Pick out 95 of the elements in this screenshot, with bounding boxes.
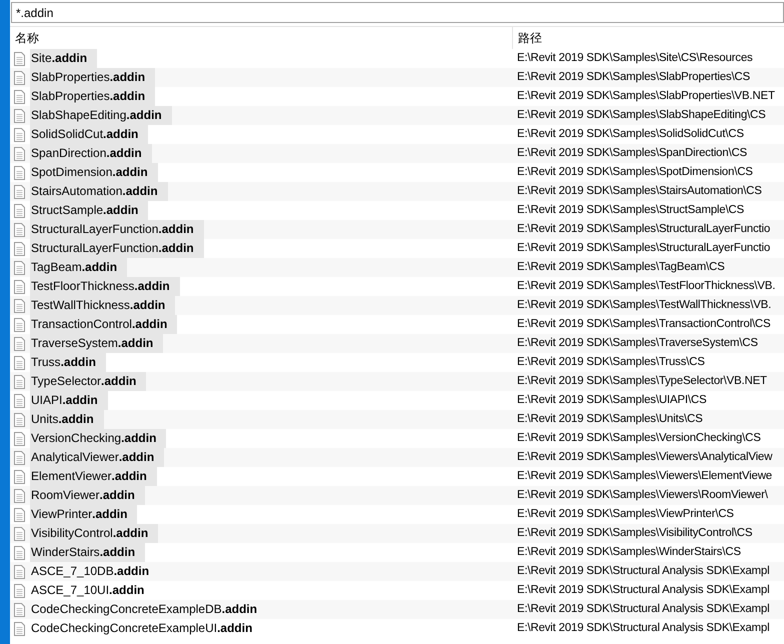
file-name[interactable]: SpotDimension.addin [30,163,158,182]
document-icon [14,166,25,180]
file-name[interactable]: SlabProperties.addin [30,68,156,87]
document-icon [14,584,25,598]
file-name[interactable]: TraverseSystem.addin [30,334,164,353]
file-name[interactable]: StructuralLayerFunction.addin [30,220,204,239]
document-icon [14,318,25,332]
file-name[interactable]: ASCE_7_10DB.addin [30,562,160,581]
file-path: E:\Revit 2019 SDK\Samples\TraverseSystem\CS [516,336,758,351]
document-icon [14,622,25,636]
file-path: E:\Revit 2019 SDK\Samples\Viewers\RoomViewer\ [516,488,768,503]
file-path: E:\Revit 2019 SDK\Samples\Site\CS\Resources [516,50,753,66]
file-name[interactable]: ViewPrinter.addin [30,505,138,524]
file-name[interactable]: TransactionControl.addin [30,315,178,334]
document-icon [14,204,25,218]
document-icon [14,280,25,294]
file-path: E:\Revit 2019 SDK\Samples\TransactionControl\CS [516,316,771,332]
file-name[interactable]: StairsAutomation.addin [30,182,168,201]
file-name[interactable]: SpanDirection.addin [30,144,152,163]
file-name[interactable]: AnalyticalViewer.addin [30,448,164,467]
file-path: E:\Revit 2019 SDK\Samples\Units\CS [516,412,703,427]
file-name[interactable]: RoomViewer.addin [30,486,145,505]
file-path: E:\Revit 2019 SDK\Structural Analysis SDK\Exampl [516,582,770,598]
document-icon [14,564,25,578]
file-name[interactable]: Site.addin [30,49,98,68]
file-path: E:\Revit 2019 SDK\Samples\UIAPI\CS [516,392,706,408]
file-path: E:\Revit 2019 SDK\Structural Analysis SDK\Exampl [516,602,770,617]
document-icon [14,108,25,122]
document-icon [14,450,25,464]
file-path: E:\Revit 2019 SDK\Samples\Viewers\AnalyticalView [516,450,772,465]
file-name[interactable]: VisibilityControl.addin [30,524,158,543]
document-icon [14,298,25,312]
file-name[interactable]: TestFloorThickness.addin [30,277,180,296]
document-icon [14,70,25,84]
file-path: E:\Revit 2019 SDK\Samples\StairsAutomation\CS [516,184,762,199]
file-name[interactable]: Units.addin [30,410,104,429]
search-field[interactable]: *.addin [11,2,784,23]
file-path: E:\Revit 2019 SDK\Samples\Viewers\ElementViewe [516,468,772,484]
document-icon [14,90,25,104]
document-icon [14,432,25,446]
file-path: E:\Revit 2019 SDK\Samples\Truss\CS [516,354,705,370]
file-path: E:\Revit 2019 SDK\Samples\StructuralLayerFunctio [516,240,770,256]
file-path: E:\Revit 2019 SDK\Samples\SpanDirection\CS [516,146,748,161]
file-name[interactable]: WinderStairs.addin [30,543,146,562]
file-name[interactable]: StructSample.addin [30,201,148,220]
file-name[interactable]: SlabShapeEditing.addin [30,106,172,125]
file-name[interactable]: SlabProperties.addin [30,87,156,106]
document-icon [14,508,25,522]
file-path: E:\Revit 2019 SDK\Samples\SolidSolidCut\CS [516,126,744,142]
column-header[interactable]: 路径 [513,27,784,49]
document-icon [14,526,25,540]
document-icon [14,488,25,502]
file-path: E:\Revit 2019 SDK\Samples\TestFloorThickness\VB. [516,278,776,294]
file-path: E:\Revit 2019 SDK\Samples\SlabShapeEditing\CS [516,108,766,123]
file-path: E:\Revit 2019 SDK\Samples\VisibilityControl\CS [516,526,752,541]
file-name[interactable]: UIAPI.addin [30,391,108,410]
file-path: E:\Revit 2019 SDK\Structural Analysis SDK\Exampl [516,564,770,579]
file-name[interactable]: VersionChecking.addin [30,429,166,448]
document-icon [14,242,25,256]
document-icon [14,260,25,274]
file-name[interactable]: CodeCheckingConcreteExampleDB.addin [30,600,268,619]
file-path: E:\Revit 2019 SDK\Samples\TypeSelector\VB.NET [516,374,767,389]
file-name[interactable]: ASCE_7_10UI.addin [30,581,154,600]
document-icon [14,336,25,350]
document-icon [14,128,25,142]
document-icon [14,394,25,408]
document-icon [14,146,25,160]
document-icon [14,412,25,426]
file-name[interactable]: Truss.addin [30,353,106,372]
file-path: E:\Revit 2019 SDK\Samples\WinderStairs\CS [516,544,741,560]
document-icon [14,602,25,616]
file-path: E:\Revit 2019 SDK\Samples\ViewPrinter\CS [516,506,734,522]
file-path: E:\Revit 2019 SDK\Samples\SpotDimension\CS [516,164,753,180]
file-path: E:\Revit 2019 SDK\Structural Analysis SDK\Exampl [516,620,770,636]
document-icon [14,356,25,370]
file-path: E:\Revit 2019 SDK\Samples\TagBeam\CS [516,260,725,275]
file-path: E:\Revit 2019 SDK\Samples\StructSample\CS [516,202,744,218]
document-icon [14,546,25,560]
document-icon [14,222,25,236]
file-name[interactable]: CodeCheckingConcreteExampleUI.addin [30,619,262,638]
file-name[interactable]: TypeSelector.addin [30,372,146,391]
document-icon [14,374,25,388]
file-name[interactable]: StructuralLayerFunction.addin [30,239,204,258]
file-name[interactable]: SolidSolidCut.addin [30,125,148,144]
document-icon [14,184,25,198]
file-name[interactable]: TagBeam.addin [30,258,128,277]
file-path: E:\Revit 2019 SDK\Samples\SlabProperties\VB.NET [516,88,775,104]
document-icon [14,52,25,66]
file-path: E:\Revit 2019 SDK\Samples\VersionChecking\CS [516,430,761,446]
file-name[interactable]: TestWallThickness.addin [30,296,176,315]
file-name[interactable]: ElementViewer.addin [30,467,157,486]
file-path: E:\Revit 2019 SDK\Samples\StructuralLayerFunctio [516,222,770,237]
file-path: E:\Revit 2019 SDK\Samples\TestWallThickness\VB. [516,298,772,313]
document-icon [14,470,25,484]
file-path: E:\Revit 2019 SDK\Samples\SlabProperties\CS [516,70,750,85]
